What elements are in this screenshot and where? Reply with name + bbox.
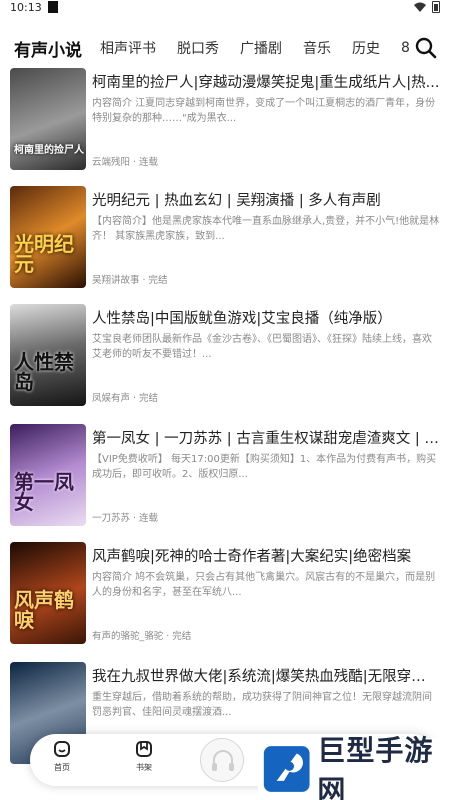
- book-description: 内容简介 江夏同志穿越到柯南世界，变成了一个叫江夏桐志的酒厂青年，身份特别复杂的…: [92, 98, 436, 124]
- watermark: 巨型手游网: [258, 734, 450, 800]
- bookshelf-icon: [136, 741, 152, 757]
- nav-home[interactable]: 首页: [42, 740, 82, 773]
- book-author-status: 云端残阳 · 连载: [92, 157, 159, 168]
- book-title[interactable]: 风声鹤唳|死神的哈士奇作者著|大案纪实|绝密档案: [92, 545, 440, 566]
- cover-title-art: 人性禁岛: [14, 350, 74, 394]
- cover-title-art: 第一凤女: [14, 470, 74, 514]
- headphones-icon: [212, 750, 234, 771]
- tab-more[interactable]: 8: [401, 40, 411, 56]
- book-description: 重生穿越后，借助着系统的帮助，成功获得了阴间神官之位！无限穿越流阴间罚恶判官、佳…: [92, 692, 432, 718]
- category-tabs: 有声小说 相声评书 脱口秀 广播剧 音乐 历史 8: [0, 30, 450, 66]
- book-cover[interactable]: 第一凤女: [10, 424, 86, 526]
- nav-home-label: 首页: [54, 763, 70, 772]
- tab-history[interactable]: 历史: [352, 38, 380, 58]
- book-title[interactable]: 柯南里的捡尸人|穿越动漫爆笑捉鬼|重生成纸片人|热...: [92, 71, 440, 92]
- book-cover[interactable]: 柯南里的捡尸人: [10, 68, 86, 170]
- battery-icon: [432, 1, 440, 13]
- book-cover[interactable]: 光明纪元: [10, 186, 86, 288]
- book-item[interactable]: 第一凤女 第一凤女 | 一刀苏苏 | 古言重生权谋甜宠虐渣爽文 | V... 【…: [0, 420, 450, 538]
- book-item[interactable]: 柯南里的捡尸人 柯南里的捡尸人|穿越动漫爆笑捉鬼|重生成纸片人|热... 内容简…: [0, 64, 450, 182]
- book-item[interactable]: 光明纪元 光明纪元 | 热血玄幻 | 吴翔演播 | 多人有声剧 【内容简介】他是…: [0, 182, 450, 300]
- nav-shelf-label: 书架: [136, 763, 152, 772]
- wifi-icon: [414, 2, 426, 12]
- book-description: 内容简介 鸠不会筑巢，只会占有其他飞禽巢穴。风宸古有的不是巢穴，而是别人的身份和…: [92, 572, 436, 598]
- book-description: 【VIP免费收听】 每天17:00更新【购买须知】1、本作品为付费有声书，购买成…: [92, 454, 437, 480]
- search-icon[interactable]: [414, 36, 438, 60]
- status-time: 10:13: [10, 0, 42, 14]
- book-title[interactable]: 第一凤女 | 一刀苏苏 | 古言重生权谋甜宠虐渣爽文 | V...: [92, 427, 440, 448]
- watermark-logo: [263, 746, 310, 792]
- cover-title-art: 柯南里的捡尸人: [14, 145, 84, 156]
- home-icon: [54, 741, 70, 757]
- cover-title-art: 光明纪元: [14, 232, 74, 276]
- tab-radio-drama[interactable]: 广播剧: [240, 38, 282, 58]
- tab-crosstalk[interactable]: 相声评书: [100, 38, 156, 58]
- book-description: 艾宝良老师团队最新作品《金沙古卷》、《巴蜀图语》、《狂探》陆续上线，喜欢艾老师的…: [92, 334, 432, 360]
- nav-shelf[interactable]: 书架: [124, 740, 164, 773]
- book-author-status: 一刀苏苏 · 连载: [92, 513, 159, 524]
- notification-icon: [47, 1, 58, 13]
- book-cover[interactable]: 人性禁岛: [10, 304, 86, 406]
- book-item[interactable]: 风声鹤唳 风声鹤唳|死神的哈士奇作者著|大案纪实|绝密档案 内容简介 鸠不会筑巢…: [0, 538, 450, 656]
- book-cover[interactable]: 风声鹤唳: [10, 542, 86, 644]
- tab-talk-show[interactable]: 脱口秀: [177, 38, 219, 58]
- tab-music[interactable]: 音乐: [303, 38, 331, 58]
- book-title[interactable]: 光明纪元 | 热血玄幻 | 吴翔演播 | 多人有声剧: [92, 189, 440, 210]
- book-description: 【内容简介】他是黑虎家族本代唯一直系血脉继承人,贵登，并不小气!他就是林齐！ 其…: [92, 216, 440, 242]
- watermark-text: 巨型手游网: [317, 734, 434, 800]
- book-title[interactable]: 我在九叔世界做大佬|系统流|爆笑热血残酷|无限穿越|...: [92, 665, 440, 686]
- player-button[interactable]: [200, 738, 244, 782]
- book-title[interactable]: 人性禁岛|中国版鱿鱼游戏|艾宝良播（纯净版）: [92, 307, 440, 328]
- book-author-status: 有声的骆驼_骆驼 · 完结: [92, 631, 192, 642]
- book-author-status: 凤娱有声 · 完结: [92, 393, 159, 404]
- status-bar: 10:13: [0, 0, 450, 14]
- book-item[interactable]: 人性禁岛 人性禁岛|中国版鱿鱼游戏|艾宝良播（纯净版） 艾宝良老师团队最新作品《…: [0, 300, 450, 418]
- cover-title-art: 风声鹤唳: [14, 588, 74, 632]
- book-author-status: 吴翔讲故事 · 完结: [92, 275, 168, 286]
- tab-audio-novel[interactable]: 有声小说: [14, 36, 82, 61]
